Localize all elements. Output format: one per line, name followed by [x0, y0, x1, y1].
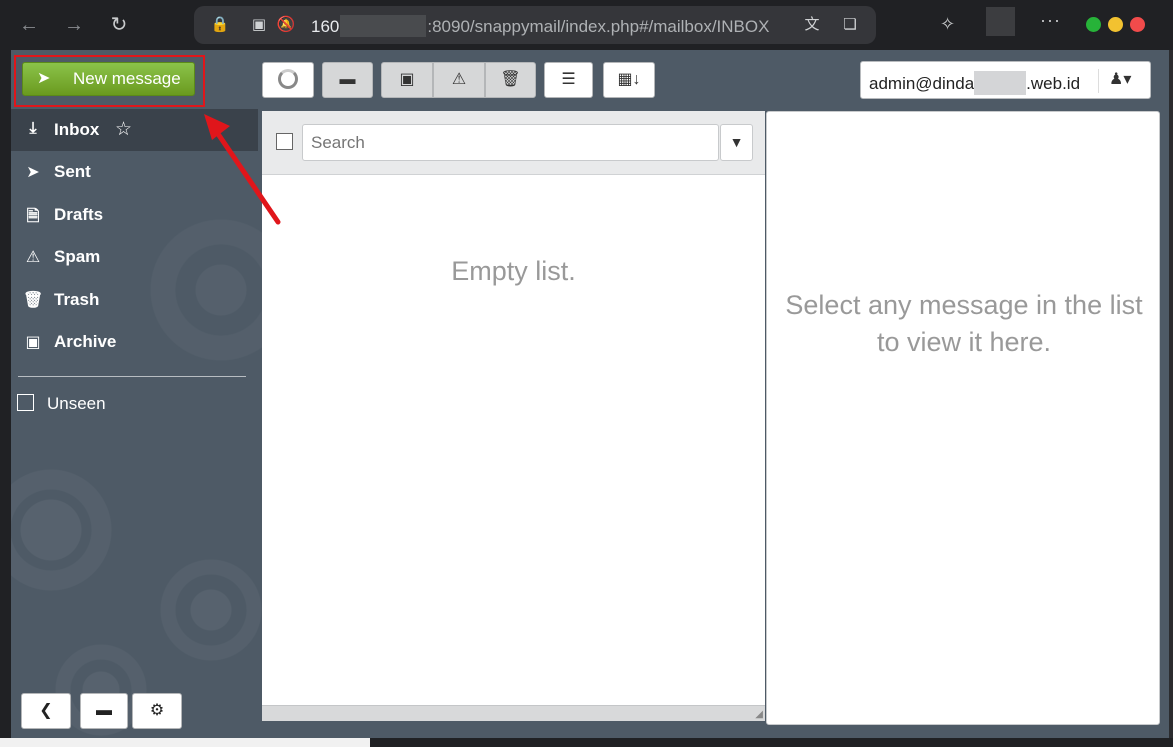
sidebar-item-label: Inbox [54, 120, 100, 139]
caret-down-icon: ▼ [729, 134, 744, 150]
star-icon[interactable]: ☆ [115, 118, 132, 141]
sidebar-item-label: Spam [54, 247, 101, 266]
trash-icon: 🗑 [23, 292, 44, 309]
resize-handle-icon[interactable]: ◢ [755, 709, 763, 720]
menu-icon: ☰ [561, 71, 576, 88]
loading-spinner-icon [278, 69, 298, 89]
redacted-block [974, 71, 1027, 95]
browser-status-bar [0, 738, 370, 747]
bookmarks-icon[interactable]: ❏ [840, 15, 860, 35]
empty-list-message: Empty list. [451, 256, 576, 286]
spam-button[interactable]: ⚠ [433, 62, 485, 98]
translate-icon[interactable]: 文 [802, 15, 822, 35]
back-icon[interactable]: ← [16, 12, 42, 38]
lock-icon[interactable]: 🔒 [210, 15, 230, 35]
message-list-footer: ◢ [262, 705, 765, 721]
message-preview-panel: Select any message in the list to view i… [766, 111, 1160, 725]
address-bar[interactable]: 🔒 ▣ 🔕 160:8090/snappymail/index.php#/mai… [194, 6, 876, 44]
draft-file-icon: 🗎 [26, 208, 40, 225]
collapse-sidebar-button[interactable]: ❮ [21, 693, 71, 729]
paper-plane-icon: ➤ [37, 70, 51, 87]
preview-placeholder-message: Select any message in the list to view i… [785, 290, 1143, 357]
warning-icon: ⚠ [451, 71, 467, 88]
message-list-panel: ▼ Empty list. ◢ [262, 111, 765, 721]
archive-icon: ▣ [25, 334, 41, 351]
warning-icon: ⚠ [25, 249, 41, 266]
archive-button[interactable]: ▣ [381, 62, 433, 98]
notifications-off-icon[interactable]: 🔕 [276, 15, 296, 35]
site-settings-icon[interactable]: ▣ [249, 15, 269, 35]
folder-icon: ▬ [96, 702, 112, 719]
sidebar-item-trash[interactable]: 🗑 Trash [11, 279, 258, 321]
page-scrollbar[interactable] [1169, 50, 1173, 740]
manage-folders-button[interactable]: ▬ [80, 693, 128, 729]
more-icon[interactable]: ··· [1040, 10, 1061, 31]
extensions-icon[interactable]: ✧ [940, 14, 955, 35]
refresh-button[interactable] [262, 62, 314, 98]
maximize-window-button[interactable] [1086, 17, 1101, 32]
user-menu-icon[interactable]: ♟▾ [1109, 69, 1131, 89]
archive-icon: ▣ [399, 71, 415, 88]
restore-window-button[interactable] [1108, 17, 1123, 32]
delete-button[interactable]: 🗑 [485, 62, 536, 98]
account-switcher[interactable]: admin@dinda .web.id ♟▾ [860, 61, 1151, 99]
sidebar-item-label: Drafts [54, 205, 104, 224]
unseen-label: Unseen [47, 394, 106, 413]
sidebar-divider [18, 376, 246, 377]
annotation-arrow [204, 114, 281, 225]
forward-icon[interactable]: → [61, 12, 87, 38]
redacted-block [340, 15, 427, 37]
calendar-sort-icon: ▦↓ [617, 71, 641, 88]
message-list-header: ▼ [262, 111, 765, 175]
new-message-label: New message [73, 69, 181, 88]
sidebar-item-archive[interactable]: ▣ Archive [11, 321, 258, 363]
sort-by-date-button[interactable]: ▦↓ [603, 62, 655, 98]
settings-button[interactable]: ⚙ [132, 693, 182, 729]
folder-icon: ▬ [339, 71, 356, 88]
search-input[interactable] [302, 124, 719, 161]
new-message-button[interactable]: ➤ New message [22, 62, 195, 96]
unseen-checkbox[interactable] [17, 394, 34, 411]
paper-plane-icon: ➤ [26, 164, 40, 181]
chevron-left-icon: ❮ [39, 702, 53, 719]
browser-toolbar: ← → ↻ 🔒 ▣ 🔕 160:8090/snappymail/index.ph… [0, 0, 1173, 50]
view-options-button[interactable]: ☰ [544, 62, 593, 98]
inbox-icon: ⤓ [29, 120, 37, 137]
divider [1098, 69, 1099, 93]
sidebar-item-spam[interactable]: ⚠ Spam [11, 236, 258, 278]
account-email[interactable]: admin@dinda .web.id [869, 71, 1080, 95]
reload-icon[interactable]: ↻ [106, 12, 132, 38]
sidebar-item-label: Archive [54, 332, 117, 351]
trash-icon: 🗑 [500, 71, 521, 88]
sidebar-item-label: Sent [54, 162, 91, 181]
move-to-folder-button[interactable]: ▬ [322, 62, 373, 98]
search-options-button[interactable]: ▼ [720, 124, 753, 161]
close-window-button[interactable] [1130, 17, 1145, 32]
sidebar-item-label: Trash [54, 290, 100, 309]
gear-icon: ⚙ [149, 702, 165, 719]
profile-avatar[interactable] [986, 7, 1015, 36]
url-text[interactable]: 160:8090/snappymail/index.php#/mailbox/I… [311, 15, 769, 37]
